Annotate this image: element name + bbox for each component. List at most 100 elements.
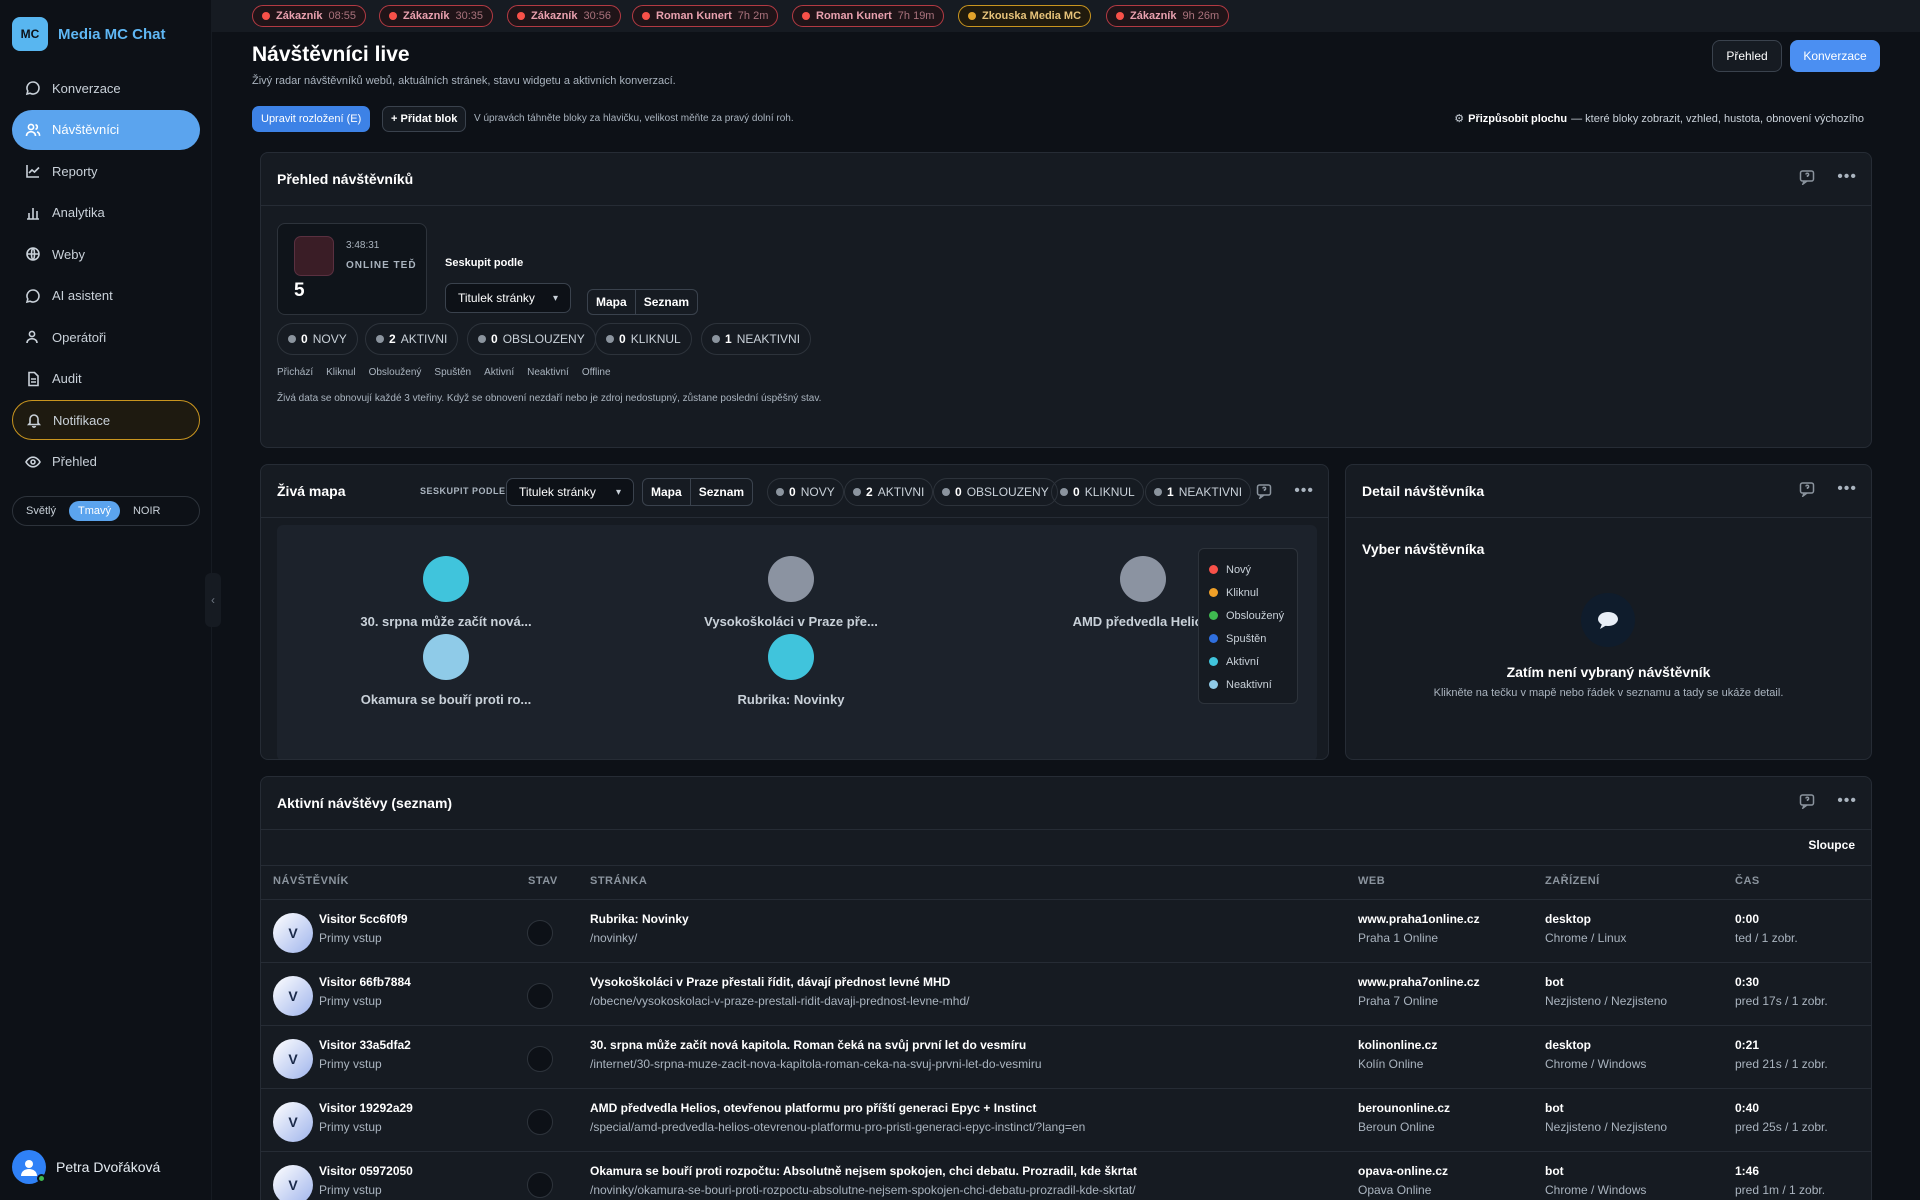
chat-chip[interactable]: Roman Kunert 7h 19m xyxy=(792,5,945,27)
column-header-state[interactable]: STAV xyxy=(528,875,558,887)
visitor-bubble[interactable] xyxy=(768,634,814,680)
theme-option-light[interactable]: Světlý xyxy=(17,501,65,521)
overview-panel: Přehled návštěvníků ••• 3:48:31 ONLINE T… xyxy=(260,152,1872,448)
more-options-icon[interactable]: ••• xyxy=(1837,169,1857,185)
sidebar-item-navstevnici[interactable]: Návštěvníci xyxy=(12,109,200,150)
conversation-button[interactable]: Konverzace xyxy=(1790,40,1880,72)
view-toggle: Mapa Seznam xyxy=(642,478,754,506)
more-options-icon[interactable]: ••• xyxy=(1294,483,1314,499)
column-header-device[interactable]: ZAŘÍZENÍ xyxy=(1545,875,1600,887)
chat-chip[interactable]: Zákazník 08:55 xyxy=(252,5,366,27)
user-profile[interactable]: Petra Dvořáková xyxy=(12,1150,160,1184)
chat-icon xyxy=(25,288,40,303)
visitor-avatar: V xyxy=(273,976,313,1016)
counter-pill[interactable]: 1 NEAKTIVNI xyxy=(701,323,812,355)
view-map-button[interactable]: Mapa xyxy=(643,479,690,505)
counter-pill[interactable]: 0 NOVY xyxy=(277,323,358,355)
legend-swatch xyxy=(1209,611,1218,620)
visitor-source: Primy vstup xyxy=(319,1183,382,1197)
view-list-button[interactable]: Seznam xyxy=(634,290,697,314)
table-row[interactable]: V Visitor 66fb7884 Primy vstup Vysokoško… xyxy=(261,962,1871,1025)
sidebar-item-prehled[interactable]: Přehled xyxy=(12,442,200,482)
edit-layout-button[interactable]: Upravit rozložení (E) xyxy=(252,106,371,132)
sidebar-item-analytika[interactable]: Analytika xyxy=(12,193,200,233)
add-block-button[interactable]: + Přidat blok xyxy=(382,106,467,132)
sidebar-item-ai-asistent[interactable]: AI asistent xyxy=(12,276,200,316)
column-header-visitor[interactable]: NÁVŠTĚVNÍK xyxy=(273,875,349,887)
help-chat-icon[interactable] xyxy=(1799,481,1815,497)
chip-time: 30:56 xyxy=(583,10,611,22)
table-row[interactable]: V Visitor 5cc6f0f9 Primy vstup Rubrika: … xyxy=(261,899,1871,962)
counter-pill[interactable]: 0 KLIKNUL xyxy=(595,323,692,355)
counter-pill[interactable]: 2 AKTIVNI xyxy=(365,323,459,355)
counter-value: 1 xyxy=(1167,485,1174,499)
theme-option-noir[interactable]: NOIR xyxy=(124,501,170,521)
divider xyxy=(261,865,1871,866)
live-map-panel: Živá mapa SESKUPIT PODLE Titulek stránky… xyxy=(260,464,1329,760)
more-options-icon[interactable]: ••• xyxy=(1837,793,1857,809)
view-list-button[interactable]: Seznam xyxy=(689,479,752,505)
status-dot xyxy=(802,12,810,20)
counter-pill[interactable]: 0 OBSLOUZENY xyxy=(933,478,1058,506)
table-row[interactable]: V Visitor 05972050 Primy vstup Okamura s… xyxy=(261,1151,1871,1200)
sidebar-item-audit[interactable]: Audit xyxy=(12,359,200,399)
table-row[interactable]: V Visitor 33a5dfa2 Primy vstup 30. srpna… xyxy=(261,1025,1871,1088)
document-icon xyxy=(28,371,39,386)
time-cell: 0:40 xyxy=(1735,1101,1760,1115)
visitor-bubble[interactable] xyxy=(1120,556,1166,602)
overview-button[interactable]: Přehled xyxy=(1712,40,1782,72)
column-header-time[interactable]: ČAS xyxy=(1735,875,1760,887)
columns-button[interactable]: Sloupce xyxy=(1808,838,1855,852)
table-row[interactable]: V Visitor 19292a29 Primy vstup AMD předv… xyxy=(261,1088,1871,1151)
theme-option-dark[interactable]: Tmavý xyxy=(68,501,120,521)
sidebar-item-label: Operátoři xyxy=(52,329,107,345)
brand[interactable]: MC Media MC Chat xyxy=(12,17,166,51)
customize-workspace[interactable]: ⚙ Přizpůsobit plochu — které bloky zobra… xyxy=(1454,112,1864,126)
group-by-select[interactable]: Titulek stránky ▾ xyxy=(445,283,571,313)
column-header-web[interactable]: WEB xyxy=(1358,875,1385,887)
counter-value: 0 xyxy=(789,485,796,499)
help-chat-icon[interactable] xyxy=(1799,169,1815,185)
more-options-icon[interactable]: ••• xyxy=(1837,481,1857,497)
time-cell: 0:30 xyxy=(1735,975,1760,989)
empty-state-hint: Klikněte na tečku v mapě nebo řádek v se… xyxy=(1433,687,1784,699)
live-map-canvas[interactable]: 30. srpna může začít nová... Vysokoškolá… xyxy=(277,525,1317,759)
visitor-bubble[interactable] xyxy=(768,556,814,602)
sidebar-collapse-handle[interactable]: ‹ xyxy=(205,573,221,627)
chat-chip[interactable]: Zákazník 30:35 xyxy=(379,5,493,27)
counter-label: NOVY xyxy=(800,485,835,499)
group-by-select[interactable]: Titulek stránky ▾ xyxy=(506,478,634,506)
sidebar-item-weby[interactable]: Weby xyxy=(12,234,200,274)
chat-chip[interactable]: Zákazník 9h 26m xyxy=(1106,5,1230,27)
page-path-cell: /internet/30-srpna-muze-zacit-nova-kapit… xyxy=(590,1057,1042,1071)
customize-hint: — které bloky zobrazit, vzhled, hustota,… xyxy=(1571,112,1864,125)
visitor-bubble[interactable] xyxy=(423,634,469,680)
chat-chip[interactable]: Zákazník 30:56 xyxy=(507,5,621,27)
counter-pill[interactable]: 0 NOVY xyxy=(767,478,844,506)
visitor-name: Visitor 33a5dfa2 xyxy=(319,1038,411,1052)
brand-logo: MC xyxy=(12,17,48,51)
status-label: Přichází xyxy=(277,367,314,378)
help-chat-icon[interactable] xyxy=(1799,793,1815,809)
sidebar-item-reporty[interactable]: Reporty xyxy=(12,151,200,191)
sidebar-item-notifikace[interactable]: Notifikace xyxy=(12,400,200,440)
sidebar-item-label: Audit xyxy=(52,371,82,386)
visitor-bubble[interactable] xyxy=(423,556,469,602)
counter-pill[interactable]: 2 AKTIVNI xyxy=(844,478,934,506)
counter-pill[interactable]: 1 NEAKTIVNI xyxy=(1145,478,1252,506)
sidebar-item-label: Konverzace xyxy=(52,80,121,96)
chip-name: Zkouska Media MC xyxy=(982,10,1082,22)
help-chat-icon[interactable] xyxy=(1256,483,1272,499)
legend-swatch xyxy=(1209,634,1218,643)
web-name-cell: Praha 1 Online xyxy=(1358,931,1439,945)
column-header-page[interactable]: STRÁNKA xyxy=(590,875,647,887)
status-dot xyxy=(712,335,720,343)
chat-chip[interactable]: Zkouska Media MC xyxy=(958,5,1092,27)
chat-chip[interactable]: Roman Kunert 7h 2m xyxy=(632,5,779,27)
view-map-button[interactable]: Mapa xyxy=(588,290,635,314)
sidebar-item-konverzace[interactable]: Konverzace xyxy=(12,68,200,108)
counter-pill[interactable]: 0 KLIKNUL xyxy=(1051,478,1144,506)
sidebar-item-operatori[interactable]: Operátoři xyxy=(12,317,200,357)
chevron-down-icon: ▾ xyxy=(552,292,558,304)
counter-pill[interactable]: 0 OBSLOUZENY xyxy=(467,323,596,355)
